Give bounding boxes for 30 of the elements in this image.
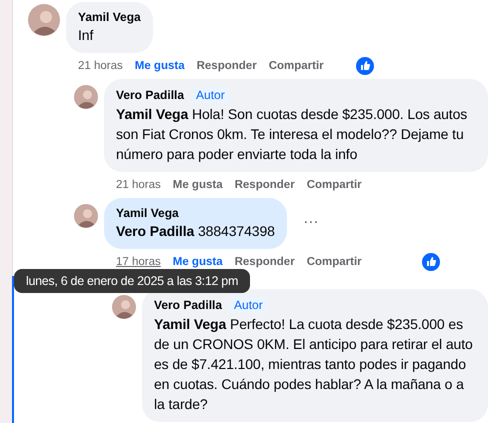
avatar[interactable]: [112, 295, 136, 319]
timestamp-tooltip: lunes, 6 de enero de 2025 a las 3:12 pm: [14, 269, 250, 293]
avatar[interactable]: [74, 204, 98, 228]
author-name[interactable]: Vero Padilla: [154, 298, 222, 312]
like-link[interactable]: Me gusta: [172, 256, 223, 268]
avatar[interactable]: [74, 85, 98, 109]
share-link[interactable]: Compartir: [306, 256, 362, 268]
comment-text: Yamil Vega Perfecto! La cuota desde $235.000 es de un CRONOS 0KM. El anticipo para retirar el auto es de $7.421.100, mientras tanto podes ir pagando en cuotas. Cuándo podes hablar? A la mañana o a la tarde?: [154, 315, 474, 414]
more-options-button[interactable]: …: [302, 210, 319, 228]
comment-time[interactable]: 17 horas: [116, 256, 161, 268]
author-name[interactable]: Yamil Vega: [116, 206, 179, 220]
like-link[interactable]: Me gusta: [134, 60, 185, 72]
comment-time[interactable]: 21 horas: [78, 60, 123, 72]
author-badge: Autor: [230, 297, 267, 313]
comment-text: Inf: [78, 26, 94, 45]
share-link[interactable]: Compartir: [268, 60, 324, 72]
like-reaction-icon[interactable]: [422, 253, 440, 271]
author-badge: Autor: [192, 87, 229, 103]
reply-link[interactable]: Responder: [196, 60, 257, 72]
reply-link[interactable]: Responder: [234, 179, 295, 191]
share-link[interactable]: Compartir: [306, 179, 362, 191]
reply-link[interactable]: Responder: [234, 256, 295, 268]
like-reaction-icon[interactable]: [356, 57, 374, 75]
comment-text: Yamil Vega Hola! Son cuotas desde $235.000. Los autos son Fiat Cronos 0km. Te interesa el modelo?? Dejame tu número para poder enviarte toda la info: [116, 105, 468, 164]
avatar[interactable]: [28, 4, 60, 36]
author-name[interactable]: Yamil Vega: [78, 10, 141, 24]
comment-time[interactable]: 21 horas: [116, 179, 161, 191]
like-link[interactable]: Me gusta: [172, 179, 223, 191]
comment-text: Vero Padilla 3884374398: [116, 222, 275, 241]
author-name[interactable]: Vero Padilla: [116, 88, 184, 102]
